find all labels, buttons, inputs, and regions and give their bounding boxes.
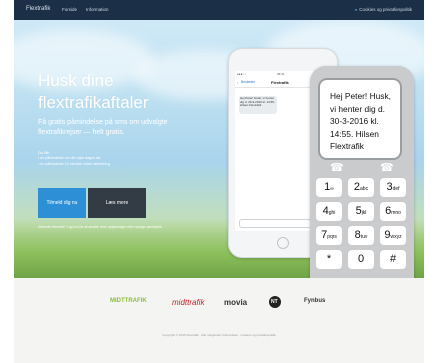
key-hash: # — [380, 250, 406, 269]
key-letters: pqrs — [327, 234, 337, 240]
back-chevron-icon: ‹ — [237, 80, 239, 85]
conversation-title: Flextrafik — [271, 79, 289, 85]
partner-logo-5[interactable]: Fynbus — [304, 298, 325, 304]
hero-headline: Husk dine flextrafikaftaler — [38, 70, 238, 114]
cookies-link[interactable]: Cookies og privatlivspolitik — [355, 7, 412, 12]
key-letters: tuv — [360, 234, 368, 240]
back-label: Beskeder — [241, 80, 256, 84]
feature-phone-screen: Hej Peter! Husk, vi henter dig d. 30-3-2… — [318, 78, 402, 160]
hero-section: Husk dine flextrafikaftaler Få gratis på… — [14, 20, 424, 278]
status-time: 09:41 — [277, 72, 285, 76]
key-0: 0 — [348, 250, 374, 269]
nav-link-forside[interactable]: Forside — [62, 7, 77, 12]
key-6: 6mno — [380, 202, 406, 221]
partner-logo-1[interactable]: MIDTTRAFIK — [110, 298, 147, 304]
key-5: 5jkl — [348, 202, 374, 221]
key-9: 9wxyz — [380, 226, 406, 245]
key-digit: 0 — [357, 253, 365, 265]
top-navigation-bar: Flextrafik Forside Information Cookies o… — [14, 0, 424, 20]
key-digit: # — [389, 253, 397, 265]
feature-phone-illustration: Hej Peter! Husk, vi henter dig d. 30-3-2… — [310, 66, 414, 278]
sms-text: Hej Peter! Husk, vi henter dig d. 30-3-2… — [330, 91, 391, 151]
perk-text: en påmindelse 10 minutter inden afhentni… — [40, 162, 111, 166]
signup-button[interactable]: Tilmeld dig nu — [38, 188, 86, 218]
partner-logo-3[interactable]: movia — [224, 298, 247, 307]
page-frame: Flextrafik Forside Information Cookies o… — [14, 0, 424, 363]
perk-item: • en påmindelse 10 minutter inden afhent… — [38, 162, 111, 166]
key-1: 1∞ — [316, 178, 342, 197]
key-letters: mno — [391, 210, 401, 216]
key-letters: ghi — [328, 210, 336, 216]
perk-text: en påmindelse om din rejse dagen før — [40, 156, 101, 160]
headline-line-1: Husk dine — [38, 71, 114, 90]
key-4: 4ghi — [316, 202, 342, 221]
key-digit: * — [326, 253, 332, 265]
footer-text: Copyright © 2016 Flextrafik · Alle retti… — [162, 333, 276, 337]
hero-subline: Få gratis påmindelse på sms om udvalgte … — [38, 119, 168, 136]
sms-bubble: Hej Peter! Husk, vi henter dig d. 30-3-2… — [239, 96, 277, 114]
key-2: 2abc — [348, 178, 374, 197]
headline-line-2: flextrafikaftaler — [38, 93, 149, 112]
nav-link-information[interactable]: Information — [86, 7, 109, 12]
key-star: * — [316, 250, 342, 269]
key-8: 8tuv — [348, 226, 374, 245]
perks-title: Du får: — [38, 150, 51, 155]
brand-logo[interactable]: Flextrafik — [26, 6, 50, 12]
signal-icon: ●●●○○ — [237, 72, 247, 76]
key-letters: wxyz — [390, 234, 402, 240]
key-letters: jkl — [361, 210, 367, 216]
key-letters: def — [392, 186, 400, 192]
hangup-icon: ☎ — [380, 162, 394, 174]
login-note[interactable]: Allerede tilmeldt? Log ind for at ændre … — [38, 225, 238, 230]
call-icon: ☎ — [330, 162, 344, 174]
partner-logo-2[interactable]: midttrafik — [172, 298, 204, 307]
partner-logos: MIDTTRAFIK midttrafik movia NT Fynbus — [14, 290, 424, 320]
key-letters: ∞ — [330, 186, 334, 192]
key-letters: abc — [360, 186, 369, 192]
key-3: 3def — [380, 178, 406, 197]
perk-item: • en påmindelse om din rejse dagen før — [38, 156, 101, 160]
home-button-icon — [277, 237, 289, 249]
read-more-button[interactable]: Læs mere — [88, 188, 146, 218]
key-7: 7pqrs — [316, 226, 342, 245]
partner-logo-4[interactable]: NT — [271, 299, 278, 305]
